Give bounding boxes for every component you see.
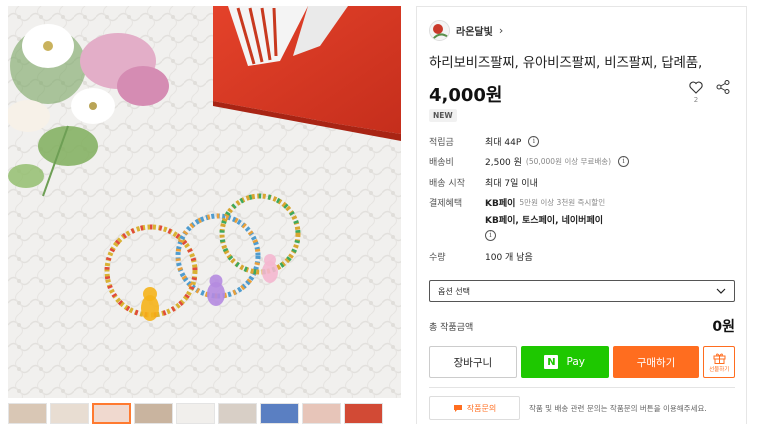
- shop-name: 라온달빛: [456, 26, 493, 38]
- thumbnail[interactable]: [134, 403, 173, 424]
- naver-pay-button[interactable]: N Pay: [520, 346, 609, 378]
- info-icon[interactable]: i: [618, 156, 630, 167]
- payment-label: 결제혜택: [429, 199, 463, 209]
- thumbnail[interactable]: [260, 403, 299, 424]
- qna-note: 작품 및 배송 관련 문의는 작품문의 버튼을 이용해주세요.: [529, 404, 707, 413]
- ship-start-row: 배송 시작 최대 7일 이내: [429, 176, 538, 189]
- points-value: 최대 44P: [485, 138, 522, 148]
- shop-avatar: [429, 19, 450, 41]
- product-main-image[interactable]: [8, 6, 401, 398]
- cart-button[interactable]: 장바구니: [429, 346, 517, 378]
- shop-link[interactable]: 라온달빛 ›: [429, 19, 503, 41]
- share-button[interactable]: [715, 79, 733, 97]
- chat-icon: [453, 404, 462, 412]
- chevron-down-icon: [716, 288, 726, 294]
- new-badge: NEW: [429, 109, 457, 122]
- qna-button-label: 작품문의: [466, 403, 497, 413]
- points-label: 적립금: [429, 138, 454, 148]
- product-price: 4,000원: [429, 85, 503, 106]
- option-select[interactable]: 옵션 선택: [429, 280, 735, 302]
- shipping-note: (50,000원 이상 무료배송): [525, 157, 612, 166]
- quantity-row: 수량 100 개 남음: [429, 250, 533, 263]
- thumbnail[interactable]: [50, 403, 89, 424]
- thumbnail[interactable]: [8, 403, 47, 424]
- ship-start-label: 배송 시작: [429, 179, 465, 189]
- info-icon[interactable]: i: [528, 136, 540, 147]
- shipping-row: 배송비 2,500 원 (50,000원 이상 무료배송) i: [429, 155, 630, 168]
- info-icon[interactable]: i: [485, 230, 496, 241]
- share-icon: [716, 80, 730, 94]
- thumbnail[interactable]: [344, 403, 383, 424]
- product-title: 하리보비즈팔찌, 유아비즈팔찌, 비즈팔찌, 답례품,: [429, 55, 703, 71]
- favorite-button[interactable]: 2: [686, 79, 706, 105]
- thumbnail[interactable]: [302, 403, 341, 424]
- qna-button[interactable]: 작품문의: [429, 396, 520, 420]
- product-info-panel: 라온달빛 › 하리보비즈팔찌, 유아비즈팔찌, 비즈팔찌, 답례품, 4,000…: [416, 6, 747, 424]
- gift-icon: [713, 353, 726, 364]
- naver-pay-label: Pay: [566, 356, 585, 368]
- action-buttons: 장바구니 N Pay 구매하기 선물하기: [429, 346, 735, 378]
- total-label: 총 작품금액: [429, 322, 474, 333]
- heart-icon: [689, 81, 703, 94]
- total-value: 0원: [712, 319, 735, 335]
- shipping-label: 배송비: [429, 158, 454, 168]
- payment-kb: KB페이: [485, 199, 516, 209]
- total-price-row: 총 작품금액 0원: [429, 316, 735, 336]
- naver-pay-logo: N: [544, 355, 559, 369]
- ship-start-value: 최대 7일 이내: [485, 179, 538, 189]
- payment-kb-note: 5만원 이상 3천원 즉시할인: [519, 198, 606, 207]
- chevron-right-icon: ›: [498, 23, 504, 37]
- payment-methods: KB페이, 토스페이, 네이버페이: [485, 216, 604, 226]
- thumbnail[interactable]: [218, 403, 257, 424]
- buy-button[interactable]: 구매하기: [612, 346, 700, 378]
- thumbnail[interactable]: [176, 403, 215, 424]
- shipping-value: 2,500 원: [485, 158, 522, 168]
- gift-label: 선물하기: [709, 366, 730, 373]
- quantity-label: 수량: [429, 253, 446, 263]
- option-select-label: 옵션 선택: [438, 286, 470, 296]
- payment-row: 결제혜택 KB페이 5만원 이상 3천원 즉시할인 KB페이, 토스페이, 네이…: [429, 196, 605, 241]
- gift-button[interactable]: 선물하기: [703, 346, 735, 378]
- thumbnail[interactable]: [92, 403, 131, 424]
- quantity-value: 100 개 남음: [485, 253, 533, 263]
- thumbnail-strip: [8, 403, 401, 424]
- points-row: 적립금 최대 44P i: [429, 135, 540, 148]
- divider: [429, 387, 735, 388]
- bracelet-photo: [8, 6, 401, 398]
- favorite-count: 2: [693, 96, 699, 104]
